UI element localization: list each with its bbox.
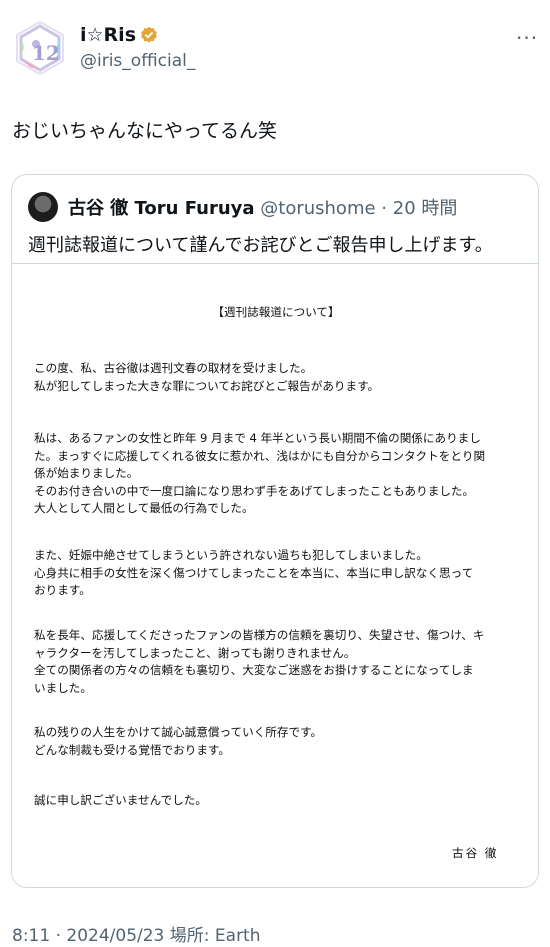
statement-line: 私を長年、応援してくださったファンの皆様方の信頼を裏切り、失望させ、傷つけ、キ: [34, 628, 485, 642]
statement-paragraph: 私の残りの人生をかけて誠心誠意償っていく所存です。 どんな制裁も受ける覚悟でおり…: [34, 724, 518, 759]
svg-text:12: 12: [32, 41, 60, 65]
iris-logo-icon: 12: [16, 20, 64, 76]
statement-paragraph: 誠に申し訳ございませんでした。: [34, 792, 518, 810]
statement-line: いました。: [34, 680, 92, 695]
quote-author-name[interactable]: 古谷 徹 Toru Furuya: [68, 198, 255, 219]
quote-header: 古谷 徹 Toru Furuya @torushome · 20 時間: [68, 194, 457, 220]
statement-line: そのお付き合いの中で一度口論になり思わず手をあげてしまったこともありました。: [34, 483, 475, 498]
statement-line: た。まっすぐに応援してくれる彼女に惹かれ、浅はかにも自分からコンタクトをとり関: [34, 448, 486, 463]
quote-text: 週刊誌報道について謹んでお詫びとご報告申し上げます。: [28, 235, 493, 256]
author-display-name[interactable]: i☆Ris: [80, 24, 136, 46]
quote-tweet-card[interactable]: 古谷 徹 Toru Furuya @torushome · 20 時間 週刊誌報…: [11, 174, 539, 888]
author-avatar[interactable]: 12: [12, 20, 68, 76]
quote-author-handle[interactable]: @torushome: [260, 198, 375, 219]
statement-line: ャラクターを汚してしまったこと、謝っても謝りきれません。: [34, 645, 356, 660]
statement-line: 誠に申し訳ございませんでした。: [34, 793, 207, 807]
tweet-text: おじいちゃんなにやってるん笑: [12, 120, 278, 142]
statement-line: また、妊娠中絶させてしまうという許されない過ちも犯してしまいました。: [34, 548, 428, 562]
statement-line: 私は、あるファンの女性と昨年 9 月まで 4 年半という長い期間不倫の関係にあり…: [34, 431, 481, 445]
verified-badge-icon: [141, 26, 157, 43]
author-name[interactable]: i☆Ris: [80, 24, 158, 46]
statement-paragraph: 私を長年、応援してくださったファンの皆様方の信頼を裏切り、失望させ、傷つけ、キ …: [34, 627, 518, 697]
quote-author-avatar[interactable]: [28, 192, 58, 222]
statement-image[interactable]: 【週刊誌報道について】 この度、私、古谷徹は週刊文春の取材を受けました。 私が犯…: [12, 263, 538, 887]
statement-line: 心身共に相手の女性を深く傷つけてしまったことを本当に、本当に申し訳なく思って: [34, 565, 474, 580]
statement-line: 私が犯してしまった大きな罪についてお詫びとご報告があります。: [34, 378, 380, 393]
statement-line: この度、私、古谷徹は週刊文春の取材を受けました。: [34, 361, 313, 375]
tweet-timestamp[interactable]: 8:11 · 2024/05/23 場所: Earth: [12, 921, 261, 946]
statement-line: 係が始まりました。: [34, 466, 139, 481]
statement-line: 私の残りの人生をかけて誠心誠意償っていく所存です。: [34, 725, 323, 739]
quote-time: · 20 時間: [381, 198, 458, 219]
statement-line: 大人として人間として最低の行為でした。: [34, 501, 254, 516]
statement-line: おります。: [34, 583, 91, 598]
statement-signature: 古谷 徹: [452, 846, 499, 860]
statement-paragraph: また、妊娠中絶させてしまうという許されない過ちも犯してしまいました。 心身共に相…: [34, 547, 518, 600]
statement-line: 全ての関係者の方々の信頼をも裏切り、大変なご迷惑をお掛けすることになってしま: [34, 663, 474, 678]
statement-title: 【週刊誌報道について】: [212, 305, 340, 319]
statement-line: どんな制裁も受ける覚悟でおります。: [34, 742, 230, 757]
author-handle[interactable]: @iris_official_: [80, 51, 195, 71]
statement-paragraph: この度、私、古谷徹は週刊文春の取材を受けました。 私が犯してしまった大きな罪につ…: [34, 360, 518, 395]
more-options-icon[interactable]: ···: [516, 26, 538, 50]
statement-paragraph: 私は、あるファンの女性と昨年 9 月まで 4 年半という長い期間不倫の関係にあり…: [34, 430, 518, 518]
